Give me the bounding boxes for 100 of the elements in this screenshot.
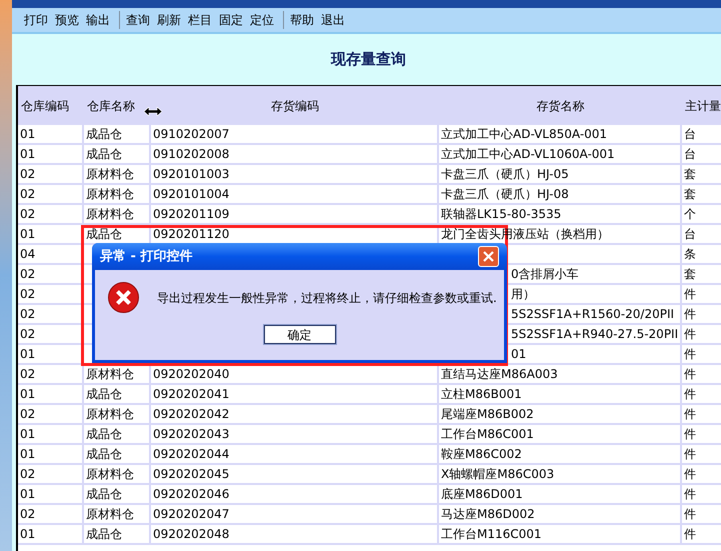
toolbar-button[interactable]: 固定 (217, 11, 245, 29)
table-cell-text: 0920101003 (153, 166, 230, 183)
table-cell-text: 0920202048 (153, 526, 230, 543)
table-cell-text: 01 (20, 386, 36, 403)
table-cell-text: 尾端座M86B002 (441, 406, 534, 423)
table-cell-text: 套 (684, 186, 696, 203)
table-cell-text: 02 (20, 506, 36, 523)
table-cell-text: 立柱M86B001 (441, 386, 522, 403)
column-header[interactable]: 存货名称 (536, 96, 584, 114)
table-cell-text: 件 (684, 366, 696, 383)
table-cell-text: 件 (684, 286, 696, 303)
column-header[interactable]: 仓库编码 (21, 96, 69, 114)
table-cell-text: 0920202040 (153, 366, 230, 383)
toolbar-button[interactable]: 预览 (53, 11, 81, 29)
column-header[interactable]: 主计量 (685, 96, 721, 114)
table-cell-text: 原材料仓 (86, 366, 134, 383)
table-cell-text: 原材料仓 (86, 166, 134, 183)
table-cell-text: 件 (684, 306, 696, 323)
table-cell-text: 鞍座M86C002 (441, 446, 522, 463)
toolbar-button[interactable]: 查询 (124, 11, 152, 29)
table-cell-text: 成品仓 (86, 426, 122, 443)
toolbar-button[interactable]: 栏目 (186, 11, 214, 29)
table-cell-text: 件 (684, 486, 696, 503)
table-cell-text: 成品仓 (86, 486, 122, 503)
table-cell-text: 02 (20, 186, 36, 203)
table-cell-text: 0920202046 (153, 486, 230, 503)
table-cell-text: 工作台M116C001 (441, 526, 542, 543)
table-cell-text: 成品仓 (86, 126, 122, 143)
table-cell-text: 件 (684, 446, 696, 463)
table-cell-text: 底座M86D001 (441, 486, 523, 503)
table-cell-text: 01 (20, 526, 36, 543)
table-cell-text: 直结马达座M86A003 (441, 366, 558, 383)
table-cell-text: 联轴器LK15-80-3535 (441, 206, 562, 223)
table-cell-text: 原材料仓 (86, 206, 134, 223)
table-cell-text: 件 (684, 506, 696, 523)
table-cell-text: 成品仓 (86, 526, 122, 543)
toolbar-button[interactable]: 输出 (84, 11, 112, 29)
table-cell-text: 台 (684, 146, 696, 163)
table-cell-text: 立式加工中心AD-VL850A-001 (441, 126, 608, 143)
table-cell-text: 0含排屑小车 (511, 266, 579, 283)
table-cell-text: 0910202007 (153, 126, 230, 143)
close-button[interactable] (478, 246, 499, 267)
table-cell-text: 02 (20, 166, 36, 183)
table-cell-text: 01 (20, 226, 36, 243)
table-cell-text: 0920202042 (153, 406, 230, 423)
table-cell-text: 02 (20, 326, 36, 343)
table-cell-text: 马达座M86D002 (441, 506, 535, 523)
table-cell-text: 台 (684, 126, 696, 143)
table-cell-text: 01 (20, 146, 36, 163)
table-cell-text: 02 (20, 466, 36, 483)
ok-button[interactable]: 确定 (264, 325, 336, 344)
table-cell-text: 02 (20, 306, 36, 323)
table-cell-text: 0920201120 (153, 226, 230, 243)
table-cell-text: 0920101004 (153, 186, 230, 203)
table-cell-text: 台 (684, 226, 696, 243)
table-cell-text: 成品仓 (86, 226, 122, 243)
table-cell-text: 0910202008 (153, 146, 230, 163)
toolbar-button[interactable]: 帮助 (288, 11, 316, 29)
table-cell-text: 02 (20, 286, 36, 303)
dialog-title: 异常 - 打印控件 (100, 248, 192, 266)
toolbar-button[interactable]: 退出 (319, 11, 347, 29)
table-cell-text: 个 (684, 206, 696, 223)
table-cell-text: 5S2SSF1A+R1560-20/20PII (511, 306, 674, 323)
table-cell-text: 成品仓 (86, 146, 122, 163)
table-cell-text: 02 (20, 366, 36, 383)
table-cell-text: 0920202045 (153, 466, 230, 483)
toolbar-button[interactable]: 定位 (248, 11, 276, 29)
table-cell-text: 0920202041 (153, 386, 230, 403)
table-cell-text: 件 (684, 426, 696, 443)
table-cell-text: 件 (684, 386, 696, 403)
table-cell-text: 原材料仓 (86, 466, 134, 483)
table-cell-text: 件 (684, 406, 696, 423)
table-cell-text: 0920202043 (153, 426, 230, 443)
table-cell-text: 件 (684, 466, 696, 483)
table-cell-text: 原材料仓 (86, 506, 134, 523)
table-cell-text: 01 (511, 346, 526, 363)
close-icon (483, 251, 494, 262)
table-cell-text: 原材料仓 (86, 186, 134, 203)
report-title: 现存量查询 (331, 49, 406, 70)
toolbar-button[interactable]: 刷新 (155, 11, 183, 29)
table-cell-text: 成品仓 (86, 386, 122, 403)
table-cell-text: 卡盘三爪（硬爪）HJ-08 (441, 186, 569, 203)
column-header[interactable]: 存货编码 (271, 96, 319, 114)
table-cell-text: 01 (20, 126, 36, 143)
table-cell-text: 0920202047 (153, 506, 230, 523)
table-cell-text: 立式加工中心AD-VL1060A-001 (441, 146, 615, 163)
table-cell-text: 件 (684, 526, 696, 543)
table-cell-text: 工作台M86C001 (441, 426, 534, 443)
table-cell-text: 01 (20, 486, 36, 503)
table-cell-text: 用） (511, 286, 535, 303)
resize-cursor-icon (144, 107, 162, 116)
table-cell-text: 件 (684, 346, 696, 363)
table-cell-text: 原材料仓 (86, 406, 134, 423)
column-header[interactable]: 仓库名称 (87, 96, 135, 114)
toolbar-button[interactable]: 打印 (22, 11, 50, 29)
table-cell-text: 04 (20, 246, 36, 263)
table-cell-text: 套 (684, 266, 696, 283)
error-message: 导出过程发生一般性异常，过程将终止，请仔细检查参数或重试. (157, 290, 497, 306)
table-cell-text: 02 (20, 406, 36, 423)
table-cell-text: 5S2SSF1A+R940-27.5-20PII (511, 326, 678, 343)
